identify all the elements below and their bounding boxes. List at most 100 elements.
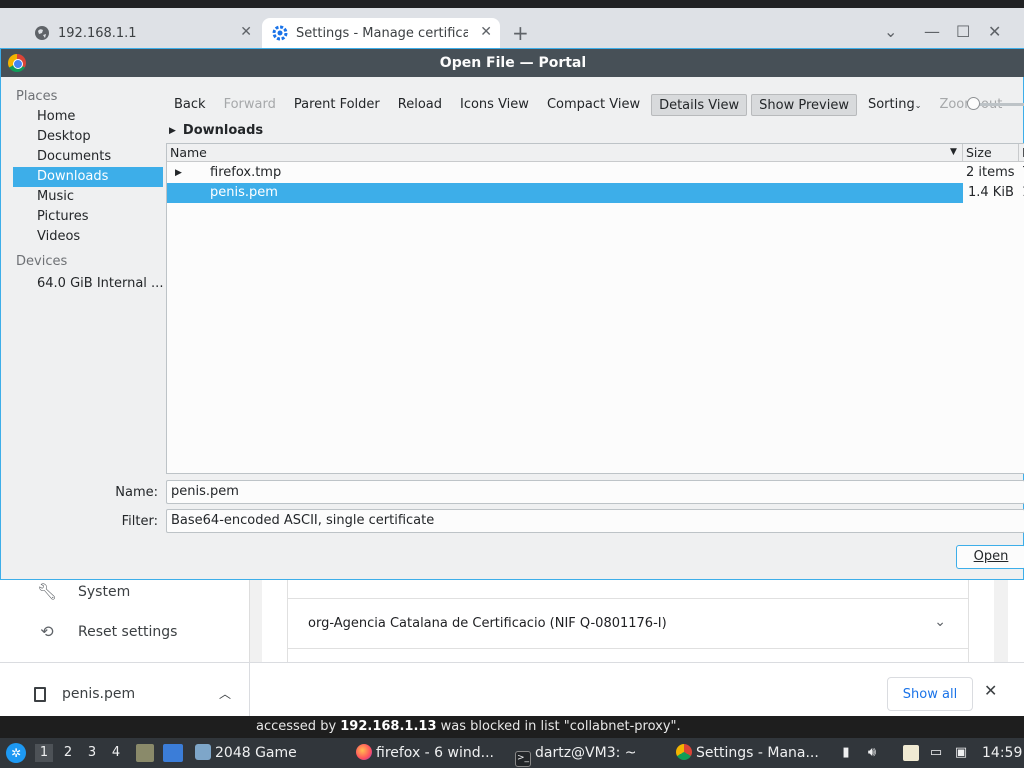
- file-size: 1.4 KiB: [968, 185, 1014, 200]
- volume-icon[interactable]: 🔊︎: [864, 745, 880, 761]
- place-downloads[interactable]: Downloads: [13, 167, 163, 187]
- globe-icon: [34, 25, 50, 41]
- reload-button[interactable]: Reload: [391, 94, 449, 116]
- display-icon[interactable]: ▭: [928, 745, 944, 761]
- name-field[interactable]: penis.pem: [166, 480, 1024, 504]
- device-internal-drive[interactable]: 64.0 GiB Internal ...: [13, 272, 163, 296]
- filter-label: Filter:: [121, 514, 158, 529]
- file-name: penis.pem: [210, 185, 278, 200]
- places-panel: Places Home Desktop Documents Downloads …: [13, 87, 163, 527]
- start-menu-icon[interactable]: ✲: [6, 743, 26, 763]
- nav-label: Reset settings: [78, 623, 178, 640]
- places-header: Places: [16, 89, 58, 104]
- tab-settings[interactable]: Settings - Manage certificates ✕: [262, 18, 500, 48]
- file-size: 2 items: [966, 165, 1015, 180]
- place-videos[interactable]: Videos: [13, 227, 163, 247]
- filter-combobox[interactable]: Base64-encoded ASCII, single certificate: [166, 509, 1024, 533]
- content-scrollbar[interactable]: [994, 578, 1008, 662]
- taskbar: ✲ 1 2 3 4 2048 Game firefox - 6 wind... …: [0, 738, 1024, 768]
- icons-view-button[interactable]: Icons View: [453, 94, 536, 116]
- notification-suffix: was blocked in list "collabnet-proxy".: [436, 719, 681, 734]
- chevron-down-icon[interactable]: ⌄: [934, 614, 946, 630]
- download-filename: penis.pem: [62, 686, 136, 702]
- breadcrumb[interactable]: ▶ Downloads: [169, 123, 263, 138]
- file-row[interactable]: penis.pem 1.4 KiB 1: [167, 183, 1024, 203]
- details-view-button[interactable]: Details View: [651, 94, 748, 116]
- show-preview-button[interactable]: Show Preview: [751, 94, 857, 116]
- selection-highlight: [167, 183, 963, 203]
- dialog-titlebar[interactable]: Open File — Portal: [1, 49, 1024, 77]
- task-firefox[interactable]: firefox - 6 wind...: [356, 738, 494, 768]
- open-button-label: Open: [973, 549, 1009, 564]
- place-desktop[interactable]: Desktop: [13, 127, 163, 147]
- certificate-org-row[interactable]: org-Agencia Catalana de Certificacio (NI…: [308, 616, 667, 631]
- devices-header: Devices: [16, 254, 68, 269]
- place-home[interactable]: Home: [13, 107, 163, 127]
- clipboard-icon[interactable]: [903, 745, 919, 761]
- task-label: Settings - Mana...: [696, 745, 819, 761]
- workspace-2[interactable]: 2: [59, 744, 77, 762]
- expand-arrow-icon[interactable]: ▶: [175, 163, 182, 183]
- place-music[interactable]: Music: [13, 187, 163, 207]
- workspace-4[interactable]: 4: [107, 744, 125, 762]
- task-2048-game[interactable]: 2048 Game: [195, 738, 297, 768]
- task-terminal[interactable]: >_ dartz@VM3: ~: [515, 738, 637, 768]
- new-tab-button[interactable]: +: [512, 23, 529, 43]
- sidebar-scrollbar[interactable]: [249, 578, 262, 662]
- desktop-icon[interactable]: [163, 744, 183, 762]
- column-label: Name: [170, 145, 207, 160]
- task-label: dartz@VM3: ~: [535, 745, 637, 761]
- close-tab-icon[interactable]: ✕: [240, 24, 252, 40]
- place-documents[interactable]: Documents: [13, 147, 163, 167]
- tab-search-icon[interactable]: ⌄: [884, 22, 897, 41]
- gear-icon: [272, 25, 288, 41]
- column-name[interactable]: Name: [167, 144, 963, 162]
- file-icon: [34, 686, 46, 702]
- divider: [288, 598, 968, 599]
- history-icon: ⟲: [40, 622, 54, 641]
- open-button[interactable]: Open: [956, 545, 1024, 569]
- column-date[interactable]: D: [1019, 144, 1024, 162]
- file-list-header: Name ▼ Size D: [167, 144, 1024, 162]
- close-window-icon[interactable]: ✕: [988, 22, 1001, 41]
- parent-folder-button[interactable]: Parent Folder: [287, 94, 387, 116]
- tab-router[interactable]: 192.168.1.1 ✕: [24, 18, 260, 48]
- name-label: Name:: [115, 485, 158, 500]
- notification-ip: 192.168.1.13: [340, 719, 437, 734]
- place-pictures[interactable]: Pictures: [13, 207, 163, 227]
- task-label: 2048 Game: [215, 745, 297, 761]
- chrome-icon: [8, 54, 26, 72]
- workspace-1[interactable]: 1: [35, 744, 53, 762]
- close-icon[interactable]: ✕: [984, 681, 997, 700]
- trash-icon[interactable]: ▮: [838, 745, 854, 761]
- workspace-3[interactable]: 3: [83, 744, 101, 762]
- certificate-list: org-Agencia Catalana de Certificacio (NI…: [287, 578, 969, 662]
- dialog-title: Open File — Portal: [439, 55, 587, 71]
- column-size[interactable]: Size: [963, 144, 1019, 162]
- nav-item-reset-settings[interactable]: ⟲ Reset settings: [36, 622, 177, 641]
- menu-arrow-icon: ⌄: [914, 101, 922, 110]
- network-icon[interactable]: ▣: [953, 745, 969, 761]
- slider-handle[interactable]: [967, 97, 980, 110]
- close-tab-icon[interactable]: ✕: [480, 24, 492, 40]
- minimize-icon[interactable]: —: [924, 22, 940, 41]
- clock[interactable]: 14:59: [982, 738, 1022, 768]
- show-all-button[interactable]: Show all: [887, 677, 973, 711]
- notification-prefix: accessed by: [256, 719, 341, 734]
- chevron-up-icon[interactable]: ︿: [219, 685, 231, 702]
- zoom-slider[interactable]: [967, 97, 1024, 111]
- slider-track: [973, 103, 1024, 106]
- file-row[interactable]: ▶ firefox.tmp 2 items 7: [167, 163, 1024, 183]
- terminal-icon: >_: [515, 751, 531, 767]
- file-manager-icon[interactable]: [136, 744, 154, 762]
- sorting-menu[interactable]: Sorting⌄: [861, 94, 928, 116]
- sorting-label: Sorting: [867, 97, 915, 112]
- maximize-icon[interactable]: ☐: [956, 22, 970, 41]
- sort-descending-icon: ▼: [950, 147, 957, 157]
- divider: [288, 648, 968, 649]
- task-chrome-settings[interactable]: Settings - Mana...: [676, 738, 819, 768]
- forward-button[interactable]: Forward: [217, 94, 283, 116]
- nav-item-system[interactable]: 🔧︎ System: [36, 582, 130, 601]
- compact-view-button[interactable]: Compact View: [540, 94, 647, 116]
- back-button[interactable]: Back: [167, 94, 213, 116]
